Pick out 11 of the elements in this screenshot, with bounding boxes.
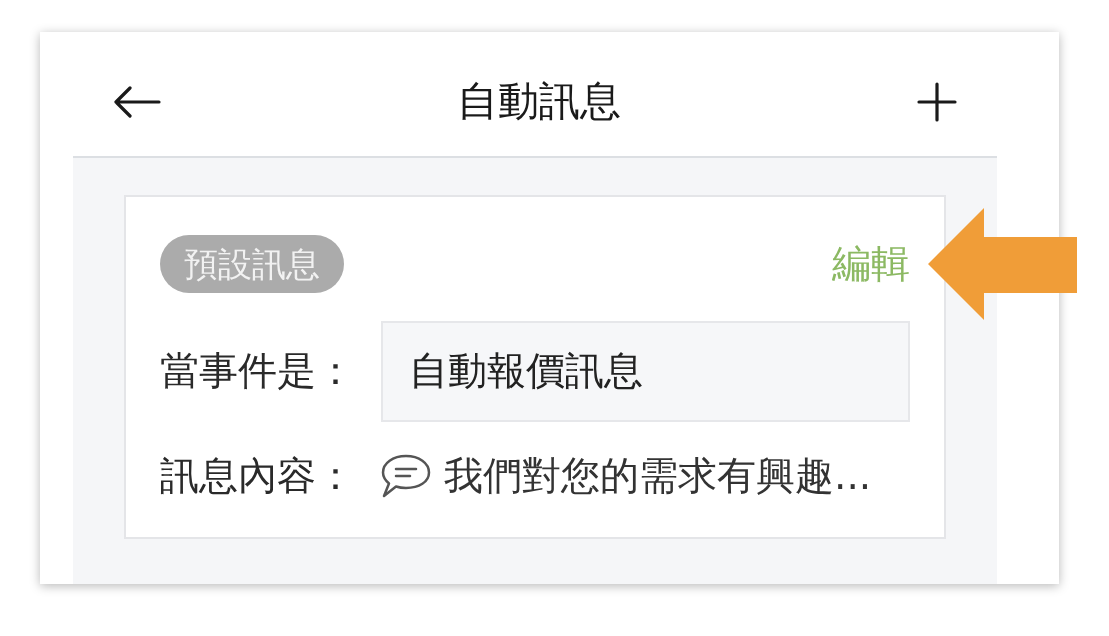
default-tag: 預設訊息 <box>160 235 344 293</box>
field-label: 訊息內容： <box>160 452 356 500</box>
pointer-arrow-icon <box>928 208 1077 320</box>
field-label: 當事件是： <box>160 348 356 395</box>
edit-link[interactable]: 編輯 <box>832 240 910 288</box>
page-title: 自動訊息 <box>457 77 621 127</box>
event-value-field: 自動報價訊息 <box>381 321 910 422</box>
chat-bubble-icon <box>381 454 431 498</box>
message-preview-text: 我們對您的需求有興趣... <box>444 452 872 500</box>
plus-icon[interactable] <box>917 82 957 122</box>
back-arrow-icon[interactable] <box>113 86 161 118</box>
